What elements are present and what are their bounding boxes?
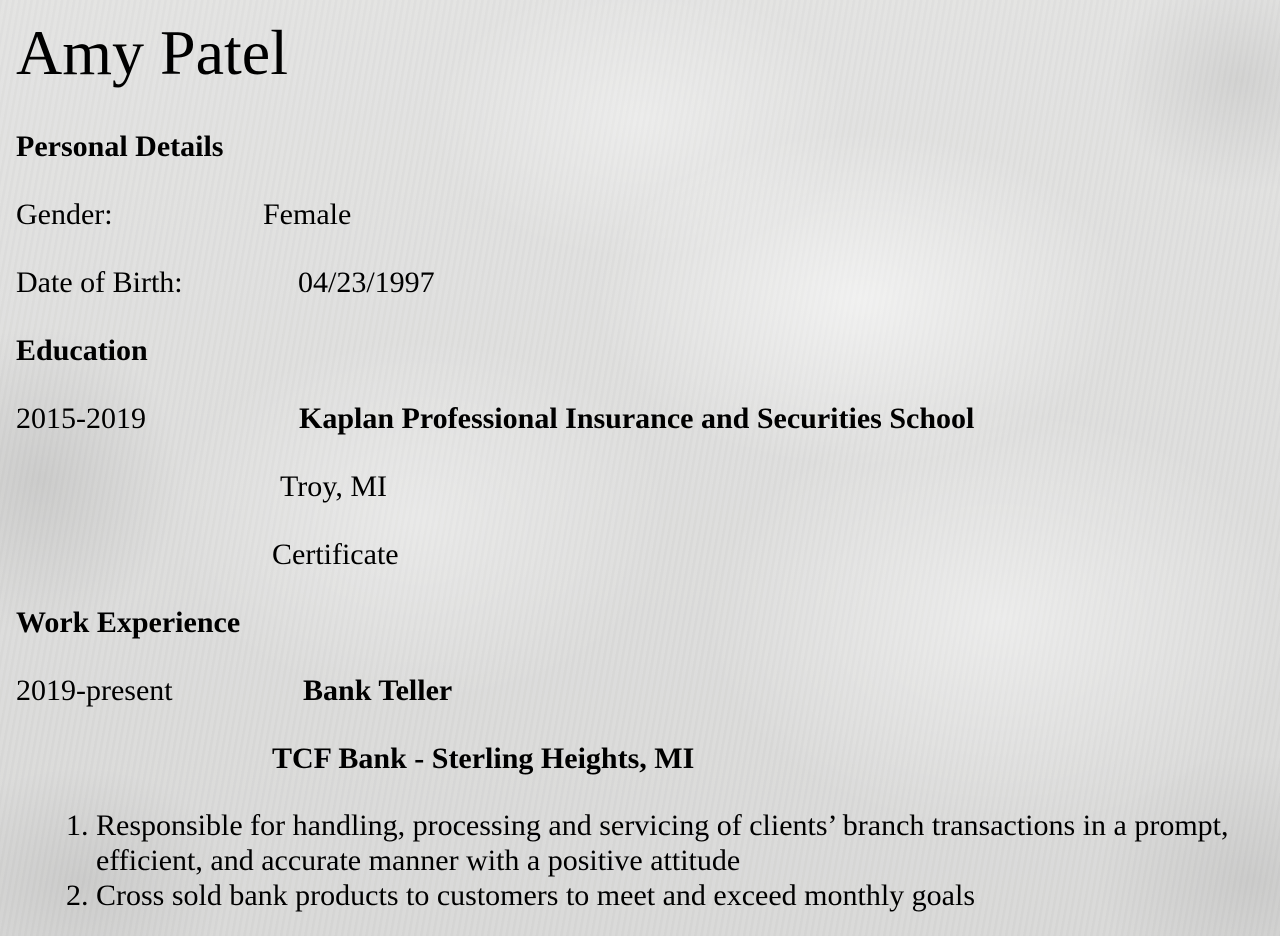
dob-label: Date of Birth: xyxy=(16,266,183,299)
education-school: Kaplan Professional Insurance and Securi… xyxy=(299,402,975,435)
duty-item: Cross sold bank products to customers to… xyxy=(96,878,1246,913)
heading-personal-details: Personal Details xyxy=(16,130,224,163)
heading-work-experience: Work Experience xyxy=(16,606,241,639)
resume-name: Amy Patel xyxy=(16,17,288,88)
gender-value: Female xyxy=(263,198,352,231)
work-employer: TCF Bank - Sterling Heights, MI xyxy=(272,742,695,775)
dob-value: 04/23/1997 xyxy=(298,266,435,299)
work-title: Bank Teller xyxy=(303,674,453,707)
education-years: 2015-2019 xyxy=(16,402,146,435)
education-credential: Certificate xyxy=(272,538,399,571)
work-years: 2019-present xyxy=(16,674,173,707)
work-duties-list: Responsible for handling, processing and… xyxy=(16,808,1246,913)
education-location: Troy, MI xyxy=(280,470,387,503)
duty-item: Responsible for handling, processing and… xyxy=(96,808,1246,878)
heading-education: Education xyxy=(16,334,148,367)
gender-label: Gender: xyxy=(16,198,113,231)
resume-page: { "name": "Amy Patel", "sections": { "pe… xyxy=(0,0,1280,936)
